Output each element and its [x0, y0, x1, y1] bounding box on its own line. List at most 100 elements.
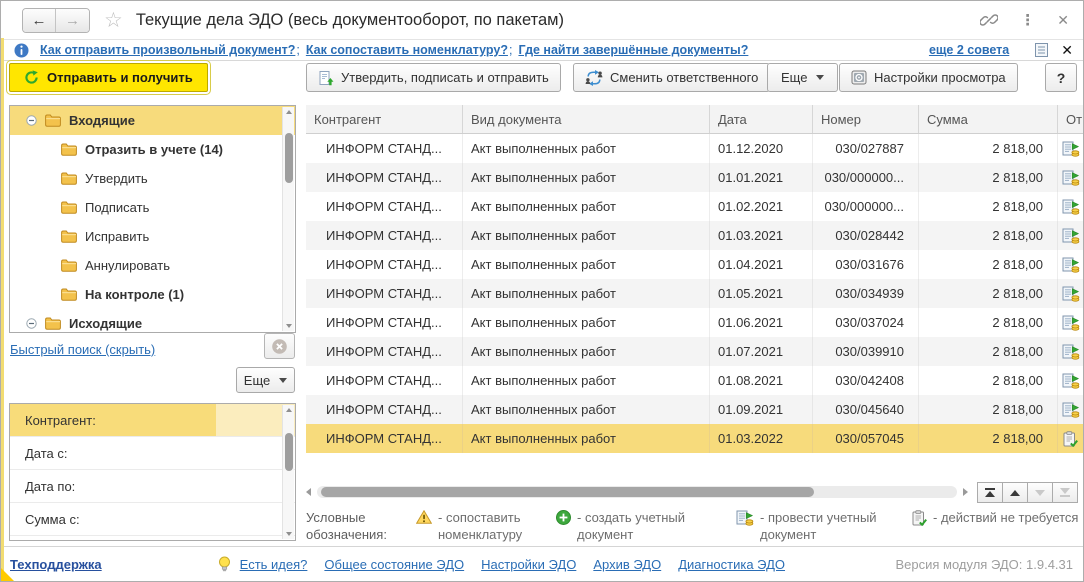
filter-row[interactable]: Дата с: [10, 437, 295, 470]
more-menu-icon[interactable]: ⋮ [1020, 11, 1035, 29]
cell-number: 030/034939 [813, 279, 919, 308]
titlebar: ← → ☆ Текущие дела ЭДО (весь документооб… [1, 1, 1083, 39]
table-row[interactable]: ИНФОРМ СТАНД... Акт выполненных работ 01.0… [306, 424, 1083, 453]
get-link-icon[interactable] [980, 11, 999, 29]
folder-icon [61, 201, 77, 214]
table-hscrollbar[interactable] [306, 484, 968, 500]
forward-button[interactable]: → [56, 8, 89, 32]
filter-row[interactable]: Дата по: [10, 470, 295, 503]
footer-link-1[interactable]: Есть идея? [240, 557, 308, 572]
back-button[interactable]: ← [23, 8, 56, 32]
table-row[interactable]: ИНФОРМ СТАНД... Акт выполненных работ 01.0… [306, 395, 1083, 424]
cell-amount: 2 818,00 [919, 250, 1058, 279]
hscroll-track[interactable] [317, 486, 957, 498]
tree-item[interactable]: Аннулировать [10, 251, 295, 280]
go-first-button[interactable] [977, 482, 1003, 503]
filters-more-label: Еще [243, 372, 271, 388]
filter-scrollbar[interactable] [282, 405, 294, 539]
legend-label: Условные обозначения: [306, 510, 387, 542]
no-action-icon [1062, 430, 1078, 447]
post-doc-icon [1062, 402, 1080, 418]
scroll-right-icon[interactable] [963, 488, 968, 496]
tree-item[interactable]: Входящие [10, 106, 295, 135]
tree-item-label: Отразить в учете (14) [85, 142, 223, 157]
footer-link-3[interactable]: Настройки ЭДО [481, 557, 576, 572]
cell-doc-type: Акт выполненных работ [463, 192, 710, 221]
cell-counterparty: ИНФОРМ СТАНД... [306, 192, 463, 221]
scroll-left-icon[interactable] [306, 488, 311, 496]
tree-scroll-thumb[interactable] [285, 133, 293, 183]
tree-item-label: На контроле (1) [85, 287, 185, 302]
favorite-star-icon[interactable]: ☆ [104, 8, 123, 33]
column-header-5[interactable]: Сумма [919, 105, 1058, 133]
footer-link-4[interactable]: Архив ЭДО [593, 557, 661, 572]
more-actions-button[interactable]: Еще [767, 63, 839, 92]
hscroll-thumb[interactable] [321, 487, 814, 497]
tree-item[interactable]: Отразить в учете (14) [10, 135, 295, 164]
filter-row[interactable]: Контрагент: [10, 404, 295, 437]
scroll-up-icon[interactable] [286, 408, 292, 412]
folder-tree: Входящие Отразить в учете (14) Утвердить По… [10, 106, 295, 332]
cell-number: 030/057045 [813, 424, 919, 453]
cell-status [1058, 192, 1083, 221]
column-header-2[interactable]: Вид документа [463, 105, 710, 133]
close-window-icon[interactable]: ✕ [1057, 12, 1069, 29]
tip-link-2[interactable]: Как сопоставить номенклатуру? [306, 43, 508, 57]
legend-text: - создать учетный документ [577, 510, 686, 542]
table-row[interactable]: ИНФОРМ СТАНД... Акт выполненных работ 01.1… [306, 134, 1083, 163]
support-link[interactable]: Техподдержка [10, 557, 102, 572]
quick-search-link[interactable]: Быстрый поиск (скрыть) [10, 342, 155, 357]
tree-item-label: Входящие [69, 113, 135, 128]
column-header-6[interactable]: От [1058, 105, 1083, 133]
back-arrow-icon: ← [31, 11, 47, 29]
table-row[interactable]: ИНФОРМ СТАНД... Акт выполненных работ 01.0… [306, 221, 1083, 250]
column-header-1[interactable]: Контрагент [306, 105, 463, 133]
scroll-up-icon[interactable] [286, 110, 292, 114]
column-header-4[interactable]: Номер [813, 105, 919, 133]
help-button[interactable]: ? [1045, 63, 1077, 92]
tree-scrollbar[interactable] [282, 107, 294, 331]
scroll-down-icon[interactable] [286, 324, 292, 328]
send-receive-button[interactable]: Отправить и получить [6, 60, 211, 95]
footer-link-2[interactable]: Общее состояние ЭДО [324, 557, 464, 572]
go-down-button[interactable] [1027, 482, 1053, 503]
cell-date: 01.04.2021 [710, 250, 813, 279]
folder-icon [61, 143, 77, 156]
table-row[interactable]: ИНФОРМ СТАНД... Акт выполненных работ 01.0… [306, 250, 1083, 279]
go-last-button[interactable] [1052, 482, 1078, 503]
table-row[interactable]: ИНФОРМ СТАНД... Акт выполненных работ 01.0… [306, 337, 1083, 366]
approve-sign-send-button[interactable]: Утвердить, подписать и отправить [306, 63, 561, 92]
table-row[interactable]: ИНФОРМ СТАНД... Акт выполненных работ 01.0… [306, 279, 1083, 308]
table-row[interactable]: ИНФОРМ СТАНД... Акт выполненных работ 01.0… [306, 163, 1083, 192]
tree-item[interactable]: Исправить [10, 222, 295, 251]
tree-item[interactable]: Исходящие [10, 309, 295, 332]
clear-filter-button[interactable] [264, 333, 295, 359]
cell-date: 01.09.2021 [710, 395, 813, 424]
table-row[interactable]: ИНФОРМ СТАНД... Акт выполненных работ 01.0… [306, 192, 1083, 221]
filters-more-button[interactable]: Еще [236, 367, 295, 393]
change-responsible-button[interactable]: Сменить ответственного [573, 63, 771, 92]
more-tips-link[interactable]: еще 2 совета [929, 43, 1009, 57]
column-header-3[interactable]: Дата [710, 105, 813, 133]
filter-row[interactable]: Сумма по: [10, 536, 295, 540]
go-up-button[interactable] [1002, 482, 1028, 503]
table-row[interactable]: ИНФОРМ СТАНД... Акт выполненных работ 01.0… [306, 308, 1083, 337]
footer-link-5[interactable]: Диагностика ЭДО [678, 557, 785, 572]
table-row[interactable]: ИНФОРМ СТАНД... Акт выполненных работ 01.0… [306, 366, 1083, 395]
go-first-icon [985, 488, 995, 497]
filter-row[interactable]: Сумма с: [10, 503, 295, 536]
view-settings-button[interactable]: Настройки просмотра [839, 63, 1018, 92]
filter-scroll-thumb[interactable] [285, 433, 293, 471]
caret-down-icon [816, 75, 825, 80]
filter-label: Контрагент: [10, 404, 216, 436]
tips-list-icon[interactable] [1034, 42, 1049, 58]
tree-item[interactable]: Утвердить [10, 164, 295, 193]
close-tips-icon[interactable]: ✕ [1061, 42, 1073, 59]
tree-item[interactable]: Подписать [10, 193, 295, 222]
tip-link-3[interactable]: Где найти завершённые документы? [518, 43, 748, 57]
cell-number: 030/000000... [813, 163, 919, 192]
scroll-down-icon[interactable] [286, 532, 292, 536]
tip-link-1[interactable]: Как отправить произвольный документ? [40, 43, 295, 57]
cell-amount: 2 818,00 [919, 134, 1058, 163]
tree-item[interactable]: На контроле (1) [10, 280, 295, 309]
